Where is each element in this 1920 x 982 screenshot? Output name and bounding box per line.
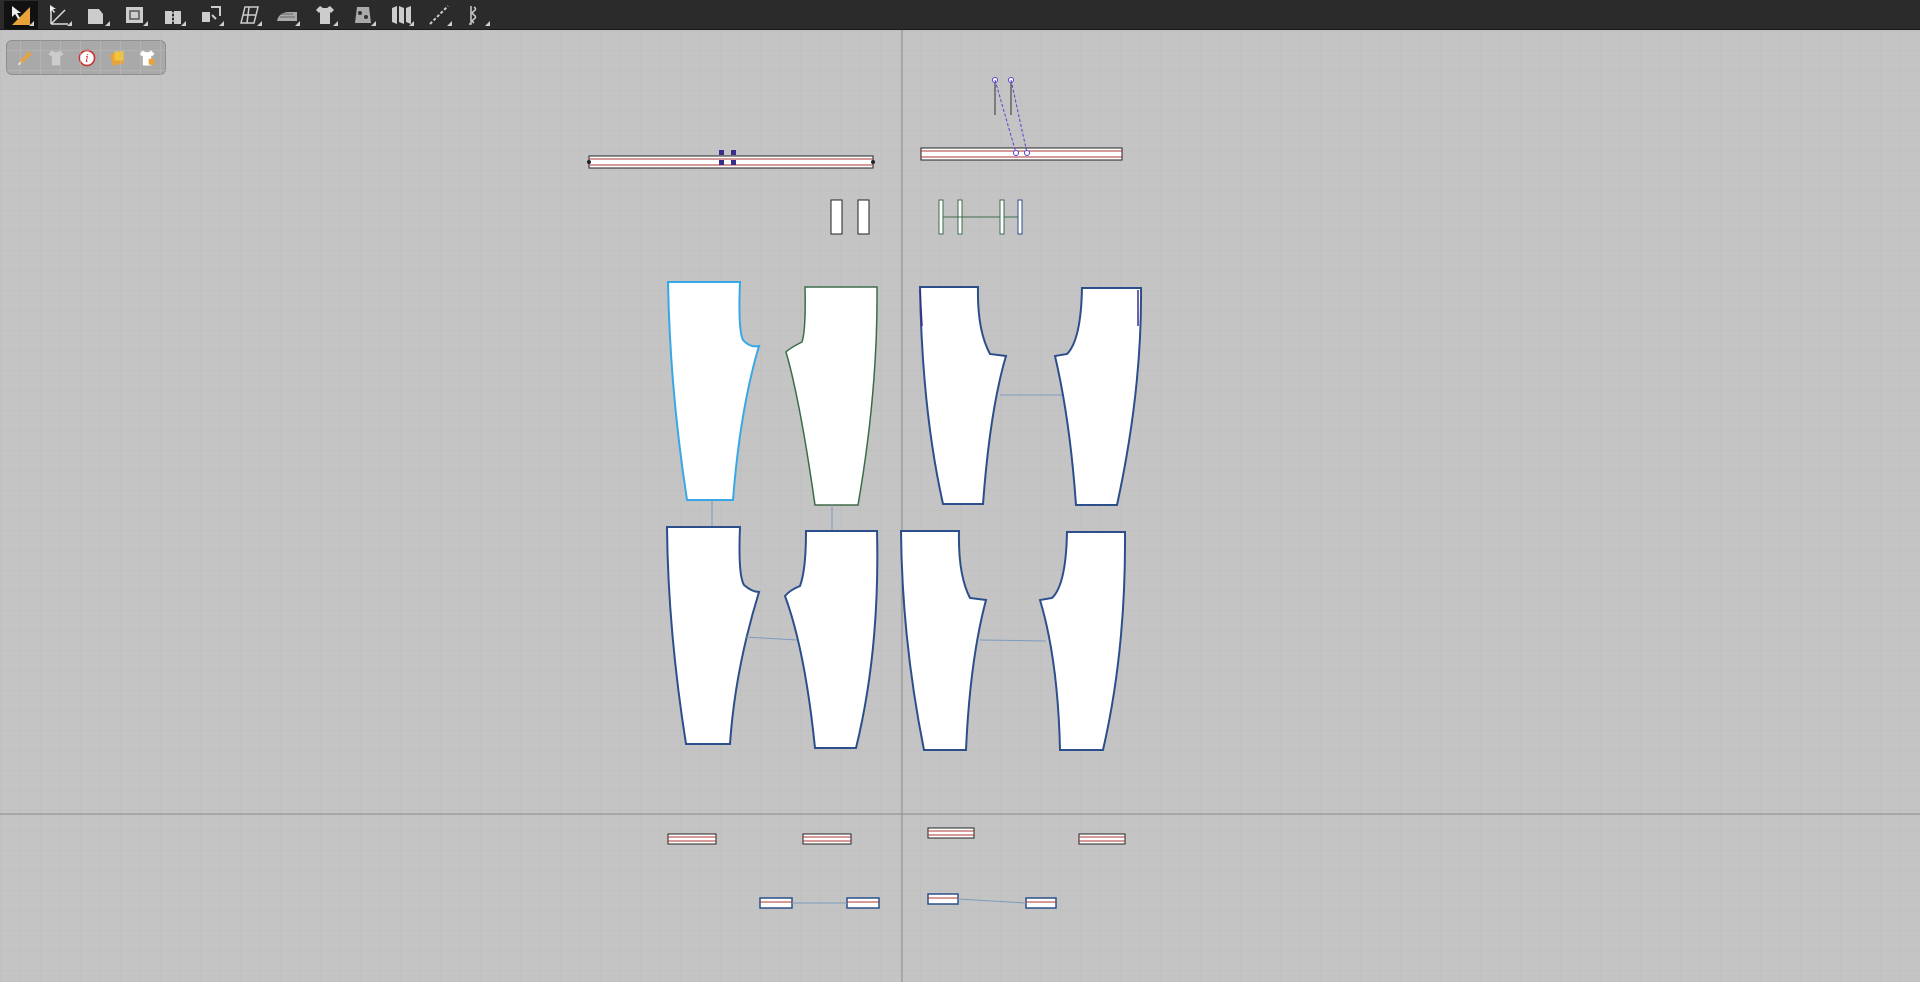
polygon-tool[interactable] [80, 1, 114, 29]
garment-tool[interactable] [308, 1, 342, 29]
canvas-grid [0, 30, 1920, 982]
iron-tool[interactable] [270, 1, 304, 29]
tab-piece[interactable] [1025, 897, 1057, 909]
cuff-piece[interactable] [802, 833, 852, 845]
pin-tool[interactable] [346, 1, 380, 29]
internal-shape-tool[interactable] [118, 1, 152, 29]
2d-pattern-window[interactable] [0, 30, 1920, 982]
cuff-piece[interactable] [1078, 833, 1126, 845]
submenu-indicator [181, 20, 186, 26]
select-move-tool[interactable] [4, 0, 38, 29]
submenu-indicator [447, 20, 452, 26]
cuff-piece[interactable] [927, 827, 975, 839]
submenu-indicator [409, 20, 414, 26]
pleats-tool[interactable] [384, 1, 418, 29]
sewing-tool[interactable] [156, 1, 190, 29]
segment-sewing-tool[interactable] [194, 1, 228, 29]
edit-pattern-tool[interactable] [42, 1, 76, 29]
submenu-indicator [143, 20, 148, 26]
cuff-piece[interactable] [667, 833, 717, 845]
tab-piece[interactable] [927, 893, 959, 905]
submenu-indicator [371, 20, 376, 26]
submenu-indicator [67, 20, 72, 26]
main-toolbar [0, 0, 1920, 30]
tab-piece[interactable] [759, 897, 793, 909]
submenu-indicator [257, 20, 262, 26]
submenu-indicator [105, 20, 110, 26]
tab-piece[interactable] [846, 897, 880, 909]
waistband-right[interactable] [920, 147, 1123, 161]
submenu-indicator [219, 20, 224, 26]
submenu-indicator [485, 20, 490, 26]
elastic-tool[interactable] [460, 1, 494, 29]
submenu-indicator [29, 20, 34, 26]
submenu-indicator [333, 20, 338, 26]
grid-tool[interactable] [232, 1, 266, 29]
line-tool[interactable] [422, 1, 456, 29]
submenu-indicator [295, 20, 300, 26]
